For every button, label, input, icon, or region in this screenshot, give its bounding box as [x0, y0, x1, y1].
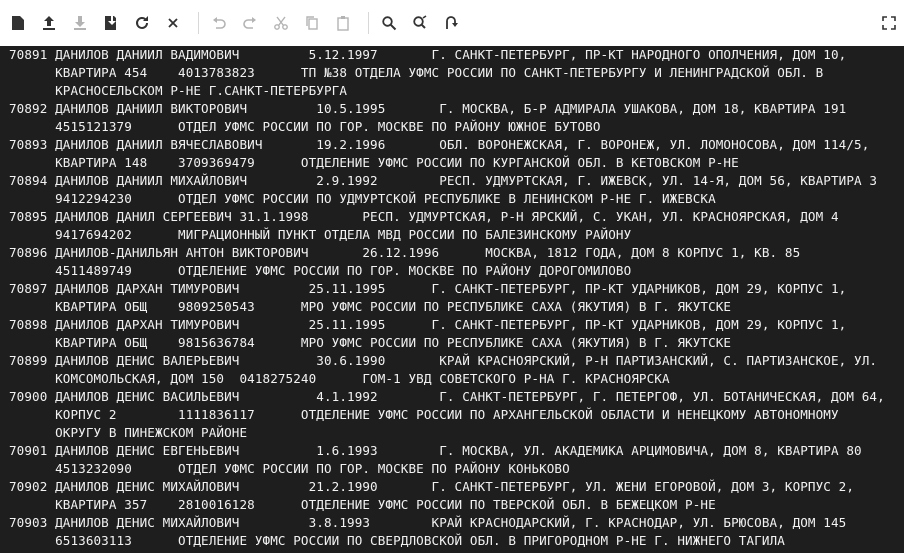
text-line: 70903 ДАНИЛОВ ДЕНИС МИХАЙЛОВИЧ 3.8.1993 … [9, 515, 847, 530]
text-line: 70893 ДАНИЛОВ ДАНИИЛ ВЯЧЕСЛАВОВИЧ 19.2.1… [9, 137, 870, 152]
replace-icon[interactable] [409, 12, 431, 34]
goto-line-icon[interactable] [440, 12, 462, 34]
text-line: 4515121379 ОТДЕЛ УФМС РОССИИ ПО ГОР. МОС… [9, 119, 601, 134]
text-line: 70897 ДАНИЛОВ ДАРХАН ТИМУРОВИЧ 25.11.199… [9, 281, 847, 296]
editor-toolbar [0, 0, 904, 47]
text-line: КВАРТИРА ОБЩ 9809250543 МРО УФМС РОССИИ … [9, 299, 732, 314]
undo-icon[interactable] [208, 12, 230, 34]
text-line: 70902 ДАНИЛОВ ДЕНИС МИХАЙЛОВИЧ 21.2.1990… [9, 479, 855, 494]
redo-icon[interactable] [239, 12, 261, 34]
text-line: 4513232090 ОТДЕЛ УФМС РОССИИ ПО ГОР. МОС… [9, 461, 570, 476]
text-line: 9412294230 ОТДЕЛ УФМС РОССИИ ПО УДМУРТСК… [9, 191, 716, 206]
cut-icon[interactable] [270, 12, 292, 34]
text-line: 4511489749 ОТДЕЛЕНИЕ УФМС РОССИИ ПО ГОР.… [9, 263, 632, 278]
close-icon[interactable] [162, 12, 184, 34]
text-line: 70896 ДАНИЛОВ-ДАНИЛЬЯН АНТОН ВИКТОРОВИЧ … [9, 245, 801, 260]
text-line: КВАРТИРА 148 3709369479 ОТДЕЛЕНИЕ УФМС Р… [9, 155, 739, 170]
text-line: КОМСОМОЛЬСКАЯ, ДОМ 150 0418275240 ГОМ-1 … [9, 371, 670, 386]
text-line: 6513603113 ОТДЕЛЕНИЕ УФМС РОССИИ ПО СВЕР… [9, 533, 785, 548]
copy-icon[interactable] [301, 12, 323, 34]
download-icon[interactable] [69, 12, 91, 34]
toolbar-divider [368, 12, 369, 34]
text-line: КВАРТИРА 454 4013783823 ТП №38 ОТДЕЛА УФ… [9, 65, 824, 80]
text-lines: 70891 ДАНИЛОВ ДАНИИЛ ВАДИМОВИЧ 5.12.1997… [0, 46, 904, 550]
refresh-icon[interactable] [131, 12, 153, 34]
text-line: 70894 ДАНИЛОВ ДАНИИЛ МИХАЙЛОВИЧ 2.9.1992… [9, 173, 878, 188]
upload-icon[interactable] [38, 12, 60, 34]
text-line: 70895 ДАНИЛОВ ДАНИЛ СЕРГЕЕВИЧ 31.1.1998 … [9, 209, 839, 224]
text-line: ОКРУГУ В ПИНЕЖСКОМ РАЙОНЕ [9, 425, 248, 440]
text-line: КВАРТИРА ОБЩ 9815636784 МРО УФМС РОССИИ … [9, 335, 732, 350]
text-line: КВАРТИРА 357 2810016128 ОТДЕЛЕНИЕ УФМС Р… [9, 497, 716, 512]
search-icon[interactable] [378, 12, 400, 34]
text-viewer[interactable]: 70891 ДАНИЛОВ ДАНИИЛ ВАДИМОВИЧ 5.12.1997… [0, 46, 904, 553]
toolbar-divider [198, 12, 199, 34]
text-line: 70898 ДАНИЛОВ ДАРХАН ТИМУРОВИЧ 25.11.199… [9, 317, 847, 332]
text-line: 70891 ДАНИЛОВ ДАНИИЛ ВАДИМОВИЧ 5.12.1997… [9, 47, 847, 62]
text-line: 70892 ДАНИЛОВ ДАНИИЛ ВИКТОРОВИЧ 10.5.199… [9, 101, 847, 116]
text-line: КОРПУС 2 1111836117 ОТДЕЛЕНИЕ УФМС РОССИ… [9, 407, 839, 422]
text-line: 9417694202 МИГРАЦИОННЫЙ ПУНКТ ОТДЕЛА МВД… [9, 227, 632, 242]
fullscreen-icon[interactable] [878, 12, 900, 34]
file-download-icon[interactable] [100, 12, 122, 34]
paste-icon[interactable] [332, 12, 354, 34]
text-line: 70899 ДАНИЛОВ ДЕНИС ВАЛЕРЬЕВИЧ 30.6.1990… [9, 353, 878, 368]
text-line: 70900 ДАНИЛОВ ДЕНИС ВАСИЛЬЕВИЧ 4.1.1992 … [9, 389, 885, 404]
text-line: КРАСНОСЕЛЬСКОМ Р-НЕ Г.САНКТ-ПЕТЕРБУРГА [9, 83, 348, 98]
new-file-icon[interactable] [7, 12, 29, 34]
text-line: 70901 ДАНИЛОВ ДЕНИС ЕВГЕНЬЕВИЧ 1.6.1993 … [9, 443, 862, 458]
